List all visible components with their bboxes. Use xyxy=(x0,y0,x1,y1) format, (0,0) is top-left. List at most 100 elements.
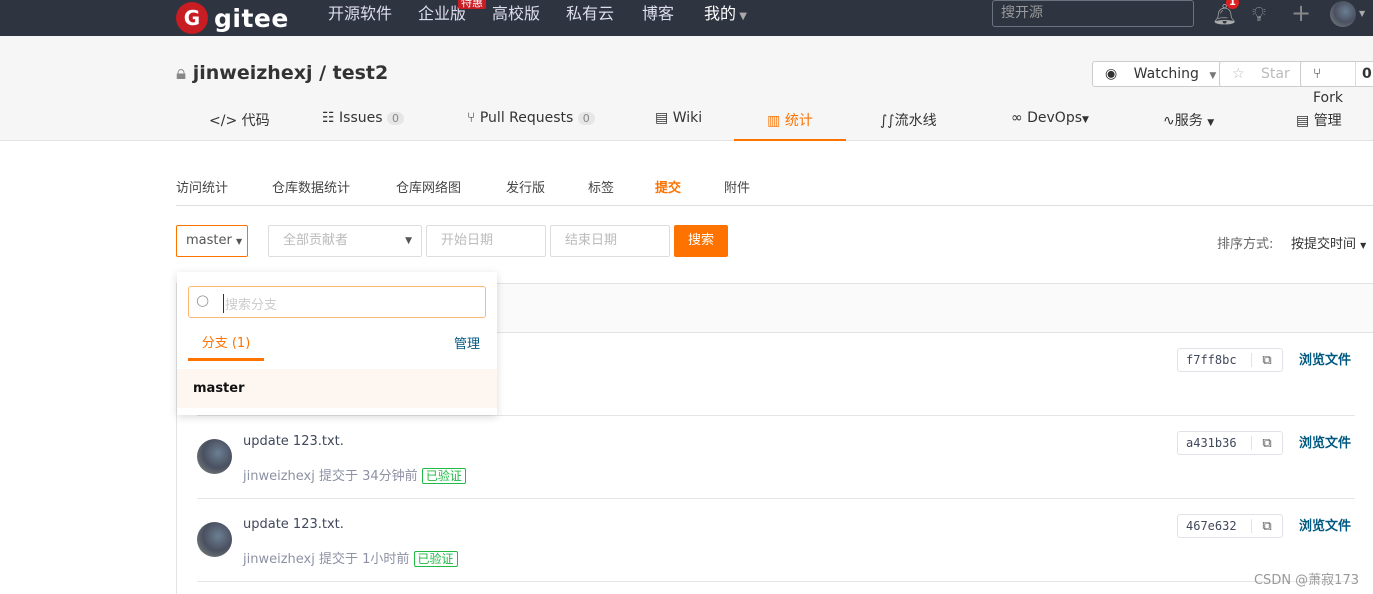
author-avatar[interactable] xyxy=(197,522,232,557)
manage-branches-link[interactable]: 管理 xyxy=(454,333,480,352)
branch-select[interactable]: master ▼ xyxy=(176,225,248,257)
tab-pipeline[interactable]: ∫∫流水线 xyxy=(880,110,937,141)
sha-text[interactable]: a431b36 xyxy=(1178,436,1252,450)
subtab-commits[interactable]: 提交 xyxy=(655,177,681,196)
commit-row: update 123.txt. jinweizhexj 提交于 1小时前 已验证… xyxy=(197,499,1355,582)
nav-private-cloud[interactable]: 私有云 xyxy=(566,0,614,36)
author-name[interactable]: jinweizhexj xyxy=(243,552,315,567)
contributor-placeholder: 全部贡献者 xyxy=(283,233,349,248)
commit-time: 提交于 34分钟前 xyxy=(318,469,418,484)
nav-mine-label: 我的 xyxy=(704,4,737,23)
subtab-tags[interactable]: 标签 xyxy=(588,177,614,196)
tab-wiki[interactable]: ▤ Wiki xyxy=(655,110,702,141)
global-search-input[interactable]: 搜开源 xyxy=(992,0,1194,27)
caret-down-icon: ▼ xyxy=(1360,241,1367,250)
divider xyxy=(176,205,1373,206)
tab-statistics[interactable]: ▥ 统计 xyxy=(734,110,846,141)
branch-search-input[interactable]: ○ 搜索分支 xyxy=(188,286,486,318)
book-icon: ▤ xyxy=(655,110,669,126)
subtab-attachments[interactable]: 附件 xyxy=(724,177,750,196)
start-date-input[interactable]: 开始日期 xyxy=(426,225,546,257)
caret-down-icon: ▼ xyxy=(1082,115,1089,125)
tab-issues[interactable]: ☷ Issues 0 xyxy=(322,110,404,141)
caret-down-icon: ▼ xyxy=(1209,71,1217,81)
watermark: CSDN @萧寂173 xyxy=(1253,573,1359,588)
copy-icon[interactable]: ⧉ xyxy=(1252,353,1282,368)
sort-label: 排序方式: xyxy=(1217,237,1274,252)
tab-label: 管理 xyxy=(1313,113,1342,129)
search-icon: ○ xyxy=(196,291,210,309)
fork-button[interactable]: ⑂ Fork 0 xyxy=(1300,61,1373,106)
watch-label: Watching xyxy=(1133,66,1199,82)
browse-files-link[interactable]: 浏览文件 xyxy=(1299,349,1351,368)
commit-sha[interactable]: 467e632 ⧉ xyxy=(1177,514,1283,538)
commit-meta: jinweizhexj 提交于 1小时前 已验证 xyxy=(243,548,458,567)
subtab-visits[interactable]: 访问统计 xyxy=(176,177,228,196)
issues-count: 0 xyxy=(386,112,404,125)
gitee-logo[interactable]: Ggitee xyxy=(176,0,289,36)
caret-down-icon: ▼ xyxy=(405,236,412,246)
verified-badge: 已验证 xyxy=(421,468,466,484)
sha-text[interactable]: 467e632 xyxy=(1178,519,1252,533)
tab-label: Issues xyxy=(339,110,383,126)
tab-label: 服务 xyxy=(1174,113,1203,129)
caret-down-icon: ▼ xyxy=(1207,118,1215,128)
author-name[interactable]: jinweizhexj xyxy=(243,469,315,484)
caret-down-icon: ▼ xyxy=(736,11,747,22)
search-button[interactable]: 搜索 xyxy=(674,225,728,257)
tab-label: 流水线 xyxy=(894,113,937,129)
copy-icon[interactable]: ⧉ xyxy=(1252,519,1282,534)
code-icon: </> xyxy=(209,113,238,129)
commit-sha[interactable]: a431b36 ⧉ xyxy=(1177,431,1283,455)
star-icon: ☆ xyxy=(1232,66,1245,82)
subtab-releases[interactable]: 发行版 xyxy=(506,177,545,196)
branch-option-master[interactable]: master xyxy=(177,369,497,408)
tab-pull-requests[interactable]: ⑂ Pull Requests 0 xyxy=(467,110,595,141)
tab-label: Pull Requests xyxy=(479,110,574,126)
user-avatar[interactable] xyxy=(1330,1,1356,27)
fork-icon: ⑂ xyxy=(1313,66,1322,82)
contributor-select[interactable]: 全部贡献者 ▼ xyxy=(268,225,422,257)
commit-sha[interactable]: f7ff8bc ⧉ xyxy=(1177,348,1283,372)
repo-title-text: jinweizhexj / test2 xyxy=(192,62,389,84)
browse-files-link[interactable]: 浏览文件 xyxy=(1299,515,1351,534)
tab-manage[interactable]: ▤ 管理 xyxy=(1296,110,1342,141)
caret-down-icon: ▼ xyxy=(235,237,243,246)
tab-devops[interactable]: ∞ DevOps▼ xyxy=(1011,110,1089,141)
top-navbar: Ggitee 开源软件 企业版 特惠 高校版 私有云 博客 我的 ▼ 搜开源 🔔… xyxy=(0,0,1373,36)
commit-message[interactable]: update 123.txt. xyxy=(243,434,344,449)
commit-message[interactable]: update 123.txt. xyxy=(243,517,344,532)
gitee-logo-icon: G xyxy=(176,2,208,34)
caret-down-icon[interactable]: ▼ xyxy=(1359,9,1365,18)
sha-text[interactable]: f7ff8bc xyxy=(1178,353,1252,367)
tab-label: 统计 xyxy=(784,113,813,129)
lightbulb-icon[interactable]: 💡︎ xyxy=(1252,2,1266,26)
promo-badge: 特惠 xyxy=(458,0,486,9)
browse-files-link[interactable]: 浏览文件 xyxy=(1299,432,1351,451)
end-date-input[interactable]: 结束日期 xyxy=(550,225,670,257)
commit-time: 提交于 1小时前 xyxy=(318,552,410,567)
star-label: Star xyxy=(1261,66,1290,82)
subtab-network[interactable]: 仓库网络图 xyxy=(396,177,461,196)
infinity-icon: ∞ xyxy=(1011,110,1023,126)
nav-education[interactable]: 高校版 xyxy=(492,0,540,36)
tab-services[interactable]: ∿服务 ▼ xyxy=(1163,110,1214,141)
subtab-repo-data[interactable]: 仓库数据统计 xyxy=(272,177,350,196)
repo-title[interactable]: 🔒︎ jinweizhexj / test2 xyxy=(176,62,388,84)
copy-icon[interactable]: ⧉ xyxy=(1252,436,1282,451)
tab-label: 代码 xyxy=(241,113,270,129)
nav-blog[interactable]: 博客 xyxy=(642,0,674,36)
branch-dropdown: ○ 搜索分支 分支 (1) 管理 master xyxy=(177,272,497,415)
pull-request-icon: ⑂ xyxy=(467,110,476,126)
branches-tab[interactable]: 分支 (1) xyxy=(188,332,264,361)
sort-select[interactable]: 按提交时间 ▼ xyxy=(1291,233,1366,252)
tab-code[interactable]: </> 代码 xyxy=(209,110,270,141)
plus-icon[interactable]: + xyxy=(1291,0,1311,27)
sort-value: 按提交时间 xyxy=(1291,237,1357,252)
pipeline-icon: ∫∫ xyxy=(880,113,895,129)
tab-label: DevOps xyxy=(1027,110,1083,126)
nav-mine[interactable]: 我的 ▼ xyxy=(704,0,747,36)
author-avatar[interactable] xyxy=(197,439,232,474)
pulse-icon: ∿ xyxy=(1163,113,1175,129)
nav-open-source[interactable]: 开源软件 xyxy=(328,0,392,36)
